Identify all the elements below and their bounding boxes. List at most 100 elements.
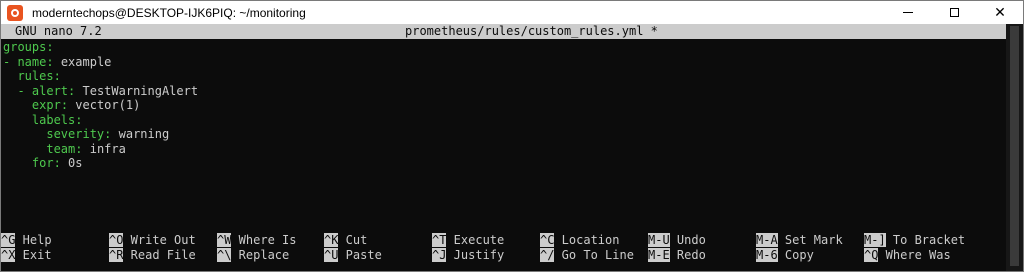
shortcut-key: ^R bbox=[109, 247, 124, 262]
close-button[interactable]: ✕ bbox=[977, 1, 1023, 24]
shortcut-label: To Bracket bbox=[885, 233, 966, 247]
terminal-window: moderntechops@DESKTOP-IJK6PIQ: ~/monitor… bbox=[0, 0, 1024, 272]
nano-filename: prometheus/rules/custom_rules.yml * bbox=[405, 24, 658, 38]
shortcut-label: Cut bbox=[338, 233, 368, 247]
shortcut-label: Copy bbox=[777, 247, 814, 262]
ubuntu-icon[interactable] bbox=[7, 4, 23, 21]
window-controls: ✕ bbox=[885, 1, 1023, 24]
yaml-value: 0s bbox=[60, 156, 83, 170]
maximize-button[interactable] bbox=[931, 1, 977, 24]
editor-line[interactable]: expr: vector(1) bbox=[3, 98, 198, 113]
shortcut-item[interactable]: ^G Help bbox=[1, 233, 52, 248]
title-bar[interactable]: moderntechops@DESKTOP-IJK6PIQ: ~/monitor… bbox=[1, 1, 1023, 24]
editor-line[interactable]: labels: bbox=[3, 113, 198, 128]
nano-version: GNU nano 7.2 bbox=[15, 24, 102, 38]
shortcut-key: ^C bbox=[540, 233, 555, 247]
shortcut-key: ^J bbox=[432, 247, 447, 262]
shortcut-key: M-A bbox=[756, 233, 778, 247]
nano-title-bar: GNU nano 7.2 prometheus/rules/custom_rul… bbox=[1, 24, 1006, 39]
shortcut-label: Execute bbox=[446, 233, 505, 247]
shortcut-item[interactable]: ^/ Go To Line bbox=[540, 247, 634, 263]
shortcut-key: ^O bbox=[109, 233, 124, 247]
scrollbar[interactable] bbox=[1006, 24, 1023, 271]
maximize-icon bbox=[949, 8, 959, 17]
shortcut-item[interactable]: ^J Justify bbox=[432, 247, 505, 263]
window-title: moderntechops@DESKTOP-IJK6PIQ: ~/monitor… bbox=[32, 5, 306, 20]
editor-line[interactable]: - name: example bbox=[3, 55, 198, 70]
shortcut-label: Replace bbox=[231, 247, 290, 262]
editor-line[interactable]: rules: bbox=[3, 69, 198, 84]
terminal-area[interactable]: GNU nano 7.2 prometheus/rules/custom_rul… bbox=[1, 24, 1023, 271]
shortcut-item[interactable]: ^T Execute bbox=[432, 233, 504, 248]
shortcut-item[interactable]: M-U Undo bbox=[648, 233, 706, 248]
shortcut-key: ^X bbox=[1, 247, 16, 262]
editor-buffer[interactable]: groups: - name: example rules: - alert: T… bbox=[3, 40, 198, 171]
shortcut-label: Paste bbox=[338, 247, 382, 262]
shortcut-key: M-] bbox=[864, 233, 886, 247]
editor-line[interactable]: severity: warning bbox=[3, 127, 198, 142]
shortcut-key: ^K bbox=[324, 233, 339, 247]
yaml-key: labels bbox=[31, 112, 76, 127]
shortcut-item[interactable]: ^K Cut bbox=[324, 233, 367, 248]
shortcut-item[interactable]: ^R Read File bbox=[109, 247, 196, 263]
shortcut-item[interactable]: ^Q Where Was bbox=[864, 247, 951, 263]
shortcut-key: ^W bbox=[217, 233, 232, 247]
shortcut-item[interactable]: M-E Redo bbox=[648, 247, 706, 263]
shortcut-key: ^U bbox=[324, 247, 339, 262]
yaml-key: severity bbox=[46, 127, 105, 141]
shortcut-item[interactable]: M-6 Copy bbox=[756, 247, 814, 263]
shortcut-key: ^/ bbox=[540, 247, 555, 262]
shortcut-item[interactable]: M-A Set Mark bbox=[756, 233, 843, 248]
yaml-key: team bbox=[46, 141, 76, 156]
shortcut-item[interactable]: ^W Where Is bbox=[217, 233, 296, 248]
minimize-button[interactable] bbox=[885, 1, 931, 24]
shortcut-key: ^T bbox=[432, 233, 447, 247]
shortcut-item[interactable]: M-] To Bracket bbox=[864, 233, 965, 248]
shortcut-item[interactable]: ^U Paste bbox=[324, 247, 382, 263]
editor-line[interactable]: for: 0s bbox=[3, 156, 198, 171]
yaml-separator: : bbox=[46, 40, 54, 54]
yaml-key: - name bbox=[3, 54, 47, 69]
yaml-separator: : bbox=[46, 54, 54, 69]
yaml-value: vector(1) bbox=[68, 98, 141, 112]
shortcut-label: Set Mark bbox=[777, 233, 843, 247]
shortcut-label: Location bbox=[554, 233, 620, 247]
yaml-key: expr bbox=[31, 98, 61, 112]
shortcut-key: ^\ bbox=[217, 247, 232, 262]
shortcut-item[interactable]: ^C Location bbox=[540, 233, 619, 248]
editor-line[interactable]: groups: bbox=[3, 40, 198, 55]
shortcut-label: Justify bbox=[446, 247, 505, 262]
shortcut-key: ^Q bbox=[864, 247, 879, 262]
yaml-separator: : bbox=[60, 98, 69, 112]
minimize-icon bbox=[903, 12, 913, 13]
shortcut-label: Redo bbox=[669, 247, 706, 262]
shortcut-bar: ^G Help ^O Write Out ^W Where Is ^K Cut ^T E… bbox=[1, 233, 1006, 262]
shortcut-row-2: ^X Exit ^R Read File ^\ Replace ^U Paste ^J … bbox=[1, 247, 1006, 263]
yaml-key: - alert bbox=[17, 83, 69, 98]
shortcut-item[interactable]: ^X Exit bbox=[1, 247, 52, 263]
yaml-separator: : bbox=[75, 141, 83, 156]
shortcut-label: Go To Line bbox=[554, 247, 634, 262]
yaml-key: groups bbox=[3, 40, 47, 54]
close-icon: ✕ bbox=[994, 4, 1006, 21]
shortcut-label: Help bbox=[15, 233, 52, 247]
shortcut-key: M-U bbox=[648, 233, 670, 247]
editor-line[interactable]: - alert: TestWarningAlert bbox=[3, 84, 198, 99]
shortcut-key: M-6 bbox=[756, 247, 778, 262]
shortcut-label: Exit bbox=[15, 247, 52, 262]
shortcut-label: Write Out bbox=[123, 233, 196, 247]
shortcut-key: ^G bbox=[1, 233, 16, 247]
shortcut-label: Read File bbox=[123, 247, 196, 262]
yaml-key: rules bbox=[17, 69, 54, 83]
shortcut-item[interactable]: ^\ Replace bbox=[217, 247, 290, 263]
yaml-value: example bbox=[53, 54, 112, 69]
editor-line[interactable]: team: infra bbox=[3, 142, 198, 157]
scrollbar-thumb[interactable] bbox=[1010, 26, 1019, 266]
shortcut-key: M-E bbox=[648, 247, 670, 262]
yaml-value: warning bbox=[111, 127, 170, 141]
shortcut-item[interactable]: ^O Write Out bbox=[109, 233, 196, 248]
